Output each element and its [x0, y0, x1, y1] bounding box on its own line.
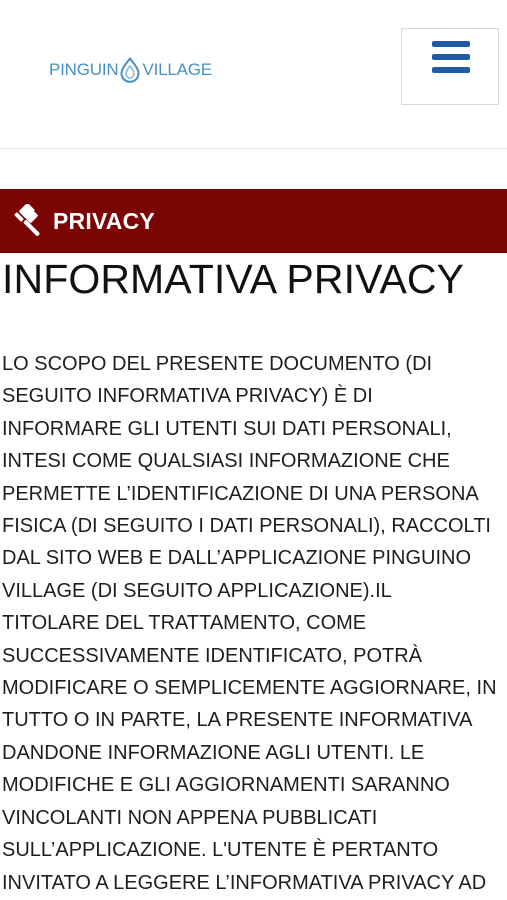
body-text-line: VILLAGE (DI SEGUITO APPLICAZIONE).IL: [2, 579, 392, 602]
logo-text-left: PINGUIN: [49, 60, 119, 79]
site-header: PINGUIN VILLAGE: [0, 0, 507, 149]
body-text-line: INFORMARE GLI UTENTI SUI DATI PERSONALI,: [2, 417, 452, 440]
page-title: INFORMATIVA PRIVACY: [2, 256, 465, 302]
hamburger-menu-icon: [432, 41, 470, 47]
body-text-line: INVITATO A LEGGERE L’INFORMATIVA PRIVACY…: [2, 871, 487, 894]
body-text-line: MODIFICHE E GLI AGGIORNAMENTI SARANNO: [2, 774, 450, 797]
body-text-line: SEGUITO INFORMATIVA PRIVACY) È DI: [2, 385, 373, 408]
hamburger-menu-icon-bottom-bar: [432, 67, 470, 73]
body-text-line: SULL’APPLICAZIONE. L'UTENTE È PERTANTO: [2, 839, 439, 862]
pinguino-village-logo[interactable]: PINGUIN VILLAGE: [49, 55, 212, 85]
body-text-line: VINCOLANTI NON APPENA PUBBLICATI: [2, 806, 378, 829]
body-text-line: FISICA (DI SEGUITO I DATI PERSONALI), RA…: [2, 515, 491, 538]
body-text-line: TITOLARE DEL TRATTAMENTO, COME: [2, 612, 367, 635]
body-text-line: MODIFICARE O SEMPLICEMENTE AGGIORNARE, I…: [2, 677, 497, 700]
privacy-body-text: LO SCOPO DEL PRESENTE DOCUMENTO (DI SEGU…: [2, 348, 507, 899]
section-banner-label: PRIVACY: [53, 207, 155, 234]
logo-drop-icon: [120, 57, 140, 83]
menu-button[interactable]: [401, 28, 499, 105]
section-banner: PRIVACY: [0, 189, 507, 253]
logo-text-right: VILLAGE: [142, 60, 212, 79]
body-text-line: DANDONE INFORMAZIONE AGLI UTENTI. LE: [2, 741, 425, 764]
privacy-page: PINGUIN VILLAGE PRIVACY INFORMATIVA PRIV…: [0, 0, 507, 900]
body-text-line: PERMETTE L’IDENTIFICAZIONE DI UNA PERSON…: [2, 482, 479, 505]
body-text-line: DAL SITO WEB E DALL’APPLICAZIONE PINGUIN…: [2, 547, 472, 570]
body-text-line: INTESI COME QUALSIASI INFORMAZIONE CHE: [2, 450, 450, 473]
hamburger-menu-icon-middle-bar: [432, 54, 470, 60]
gavel-icon: [14, 204, 40, 237]
body-text-line: LO SCOPO DEL PRESENTE DOCUMENTO (DI: [2, 353, 433, 375]
body-text-line: TUTTO O IN PARTE, LA PRESENTE INFORMATIV…: [2, 709, 473, 732]
body-text-line: SUCCESSIVAMENTE IDENTIFICATO, POTRÀ: [2, 644, 423, 667]
